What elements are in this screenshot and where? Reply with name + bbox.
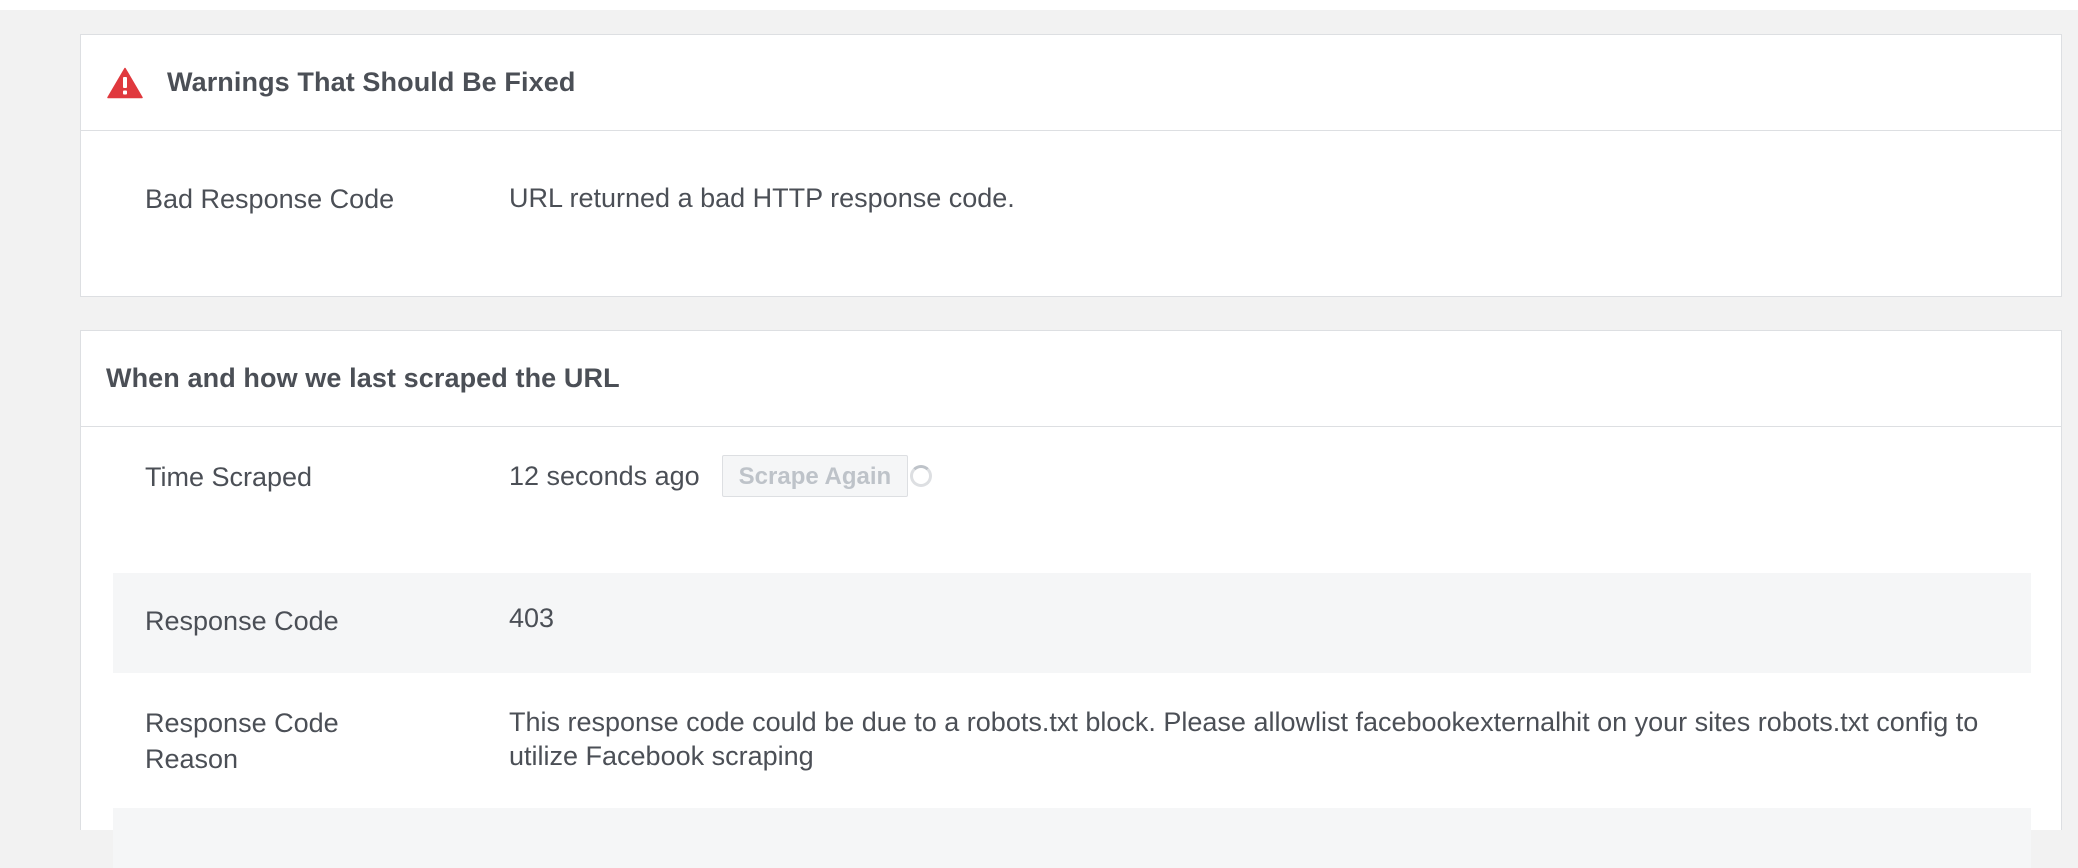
- response-code-reason-label: Response Code Reason: [145, 705, 445, 777]
- warning-value: URL returned a bad HTTP response code.: [509, 183, 1015, 213]
- warning-triangle-icon: [107, 67, 143, 98]
- scrape-info-title: When and how we last scraped the URL: [106, 363, 620, 393]
- response-code-value: 403: [509, 603, 555, 633]
- warnings-panel: Warnings That Should Be Fixed Bad Respon…: [80, 34, 2062, 297]
- time-scraped-label: Time Scraped: [145, 462, 313, 492]
- loading-spinner-icon: [910, 465, 933, 487]
- next-row-partial: [113, 808, 2031, 868]
- time-scraped-row: Time Scraped 12 seconds ago Scrape Again: [113, 443, 2031, 543]
- response-code-row: Response Code 403: [113, 573, 2031, 673]
- scrape-again-button[interactable]: Scrape Again: [721, 455, 909, 497]
- time-scraped-value-group: 12 seconds ago Scrape Again: [509, 455, 1989, 497]
- response-code-reason-value: This response code could be due to a rob…: [509, 707, 1979, 771]
- time-scraped-value: 12 seconds ago: [509, 461, 700, 491]
- reason-label-line1: Response Code: [145, 708, 339, 738]
- warning-label: Bad Response Code: [145, 184, 395, 214]
- response-code-reason-row: Response Code Reason This response code …: [113, 673, 2031, 808]
- response-code-label: Response Code: [145, 606, 339, 636]
- warnings-header: Warnings That Should Be Fixed: [81, 35, 2061, 131]
- scrape-info-panel: When and how we last scraped the URL Tim…: [80, 330, 2062, 868]
- top-strip: [0, 0, 2078, 10]
- reason-label-line2: Reason: [145, 744, 239, 774]
- warnings-title: Warnings That Should Be Fixed: [167, 67, 576, 97]
- scrape-info-header: When and how we last scraped the URL: [81, 331, 2061, 427]
- warning-row-bad-response: Bad Response Code URL returned a bad HTT…: [113, 175, 2031, 223]
